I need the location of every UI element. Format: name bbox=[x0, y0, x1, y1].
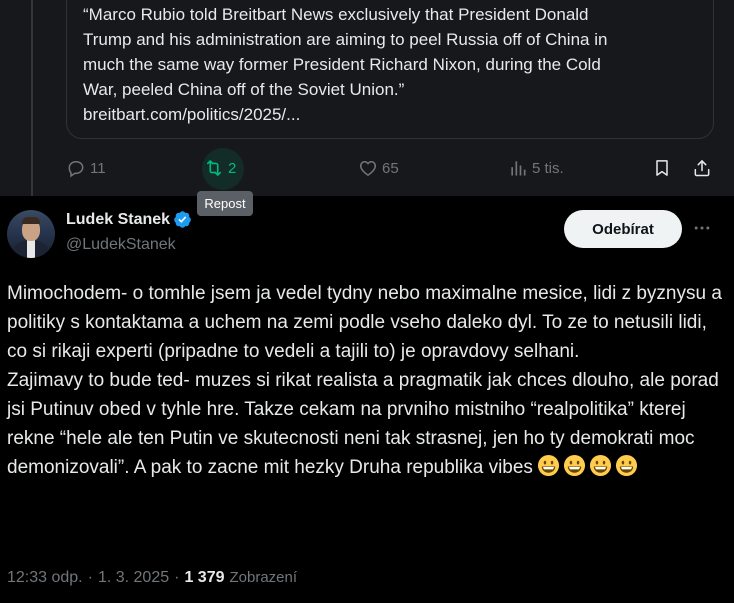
views-label: Zobrazení bbox=[229, 569, 298, 586]
analytics-icon bbox=[511, 161, 526, 176]
tweet-meta: 12:33 odp. · 1. 3. 2025 · 1 379 Zobrazen… bbox=[7, 569, 297, 587]
author-handle[interactable]: @LudekStanek bbox=[66, 236, 176, 254]
reply-count: 11 bbox=[90, 159, 106, 177]
grinning-face-emoji-icon bbox=[615, 454, 637, 477]
tweet-actions-bar: 11 2 65 5 tis. bbox=[66, 148, 720, 190]
verified-badge-icon bbox=[174, 211, 191, 228]
like-count: 65 bbox=[382, 159, 399, 177]
tweet-body: Mimochodem- o tomhle jsem ja vedel tydny… bbox=[7, 279, 727, 482]
reply-icon bbox=[68, 160, 84, 178]
tweet-paragraph-2: Zajimavy to bude ted- muzes si rikat rea… bbox=[7, 366, 727, 482]
emoji-group bbox=[537, 454, 638, 477]
views-total: 1 379 bbox=[184, 569, 225, 586]
bookmark-button[interactable] bbox=[652, 152, 672, 184]
meta-separator: · bbox=[174, 569, 180, 586]
views-count: 5 tis. bbox=[532, 159, 564, 177]
bookmark-icon bbox=[656, 160, 668, 176]
repost-tooltip: Repost bbox=[197, 191, 253, 216]
like-button[interactable]: 65 bbox=[358, 152, 399, 184]
author-name[interactable]: Ludek Stanek bbox=[66, 210, 192, 229]
avatar[interactable] bbox=[7, 210, 55, 258]
heart-icon bbox=[359, 161, 377, 176]
grinning-face-emoji-icon bbox=[537, 454, 559, 477]
thread-line bbox=[31, 0, 33, 196]
follow-button[interactable]: Odebírat bbox=[564, 210, 682, 248]
tweet-paragraph-1: Mimochodem- o tomhle jsem ja vedel tydny… bbox=[7, 283, 722, 362]
more-options-button[interactable] bbox=[690, 216, 714, 240]
views-button[interactable]: 5 tis. bbox=[508, 152, 564, 184]
tweet-date[interactable]: 1. 3. 2025 bbox=[98, 569, 169, 587]
meta-separator: · bbox=[87, 569, 93, 586]
reply-button[interactable]: 11 bbox=[66, 152, 106, 184]
share-button[interactable] bbox=[692, 152, 712, 184]
quoted-tweet-text: “Marco Rubio told Breitbart News exclusi… bbox=[83, 5, 608, 99]
repost-icon bbox=[206, 160, 222, 176]
previous-tweet-section: “Marco Rubio told Breitbart News exclusi… bbox=[0, 0, 734, 196]
repost-button[interactable]: 2 bbox=[204, 152, 236, 184]
tweet-time[interactable]: 12:33 odp. bbox=[7, 569, 83, 587]
quoted-tweet-card[interactable]: “Marco Rubio told Breitbart News exclusi… bbox=[66, 0, 714, 139]
more-dots-icon bbox=[694, 226, 710, 230]
author-name-text: Ludek Stanek bbox=[66, 210, 171, 228]
grinning-face-emoji-icon bbox=[563, 454, 585, 477]
repost-count: 2 bbox=[228, 159, 237, 177]
quoted-tweet-link[interactable]: breitbart.com/politics/2025/... bbox=[83, 102, 697, 127]
share-icon bbox=[694, 160, 710, 177]
grinning-face-emoji-icon bbox=[589, 454, 611, 477]
